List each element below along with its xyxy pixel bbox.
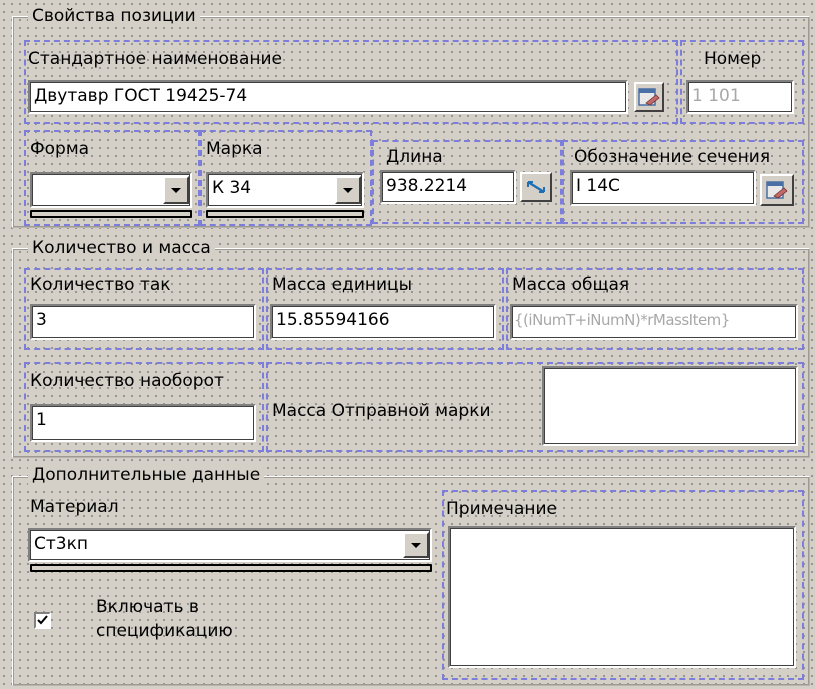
- std-name-field[interactable]: Двутавр ГОСТ 19425-74: [28, 80, 628, 114]
- chevron-down-icon: [171, 187, 181, 193]
- mark-underbar: [206, 210, 364, 218]
- qty-rev-field[interactable]: 1: [30, 404, 256, 442]
- material-dropdown-button[interactable]: [403, 532, 429, 558]
- note-label: Примечание: [446, 499, 557, 519]
- qty-label: Количество так: [30, 275, 171, 295]
- form-select[interactable]: [30, 172, 192, 208]
- section-catalog-button[interactable]: [760, 174, 794, 206]
- catalog-picker-icon: [766, 181, 788, 199]
- unit-mass-field[interactable]: 15.85594166: [270, 304, 496, 340]
- chevron-down-icon: [343, 187, 353, 193]
- extra-data-title: Дополнительные данные: [28, 465, 265, 485]
- material-select-value: Ст3кп: [34, 534, 88, 554]
- form-dropdown-button[interactable]: [163, 176, 189, 204]
- total-mass-field[interactable]: {(iNumT+iNumN)*rMassItem}: [510, 304, 798, 340]
- catalog-picker-icon: [638, 88, 660, 106]
- ship-mass-label: Масса Отправной марки: [272, 401, 491, 421]
- quantity-mass-title: Количество и масса: [28, 238, 215, 258]
- total-mass-label: Масса общая: [512, 275, 630, 295]
- unit-mass-label: Масса единицы: [272, 275, 413, 295]
- material-underbar: [30, 564, 432, 572]
- section-label: Обозначение сечения: [574, 147, 771, 167]
- number-label: Номер: [704, 49, 762, 69]
- chevron-down-icon: [411, 542, 421, 548]
- number-field[interactable]: 1 101: [686, 80, 794, 114]
- length-field[interactable]: 938.2214: [380, 170, 516, 204]
- position-properties-title: Свойства позиции: [28, 6, 200, 26]
- form-label: Форма: [30, 139, 90, 159]
- std-name-catalog-button[interactable]: [634, 82, 664, 112]
- material-select[interactable]: Ст3кп: [28, 528, 432, 562]
- note-textarea[interactable]: [448, 526, 796, 668]
- qty-field[interactable]: 3: [30, 304, 256, 340]
- measure-arrow-icon: [527, 180, 545, 194]
- material-label: Материал: [30, 497, 119, 517]
- length-label: Длина: [386, 147, 443, 167]
- mark-select[interactable]: К 34: [206, 172, 364, 208]
- std-name-label: Стандартное наименование: [28, 49, 282, 69]
- mark-label: Марка: [206, 139, 263, 159]
- check-icon: [37, 615, 48, 625]
- section-field[interactable]: I 14С: [570, 170, 756, 206]
- include-spec-label-line2: спецификацию: [96, 621, 233, 641]
- ship-mass-field[interactable]: [542, 366, 798, 446]
- mark-select-value: К 34: [212, 178, 252, 198]
- mark-dropdown-button[interactable]: [335, 176, 361, 204]
- length-measure-button[interactable]: [520, 172, 552, 202]
- include-spec-label-line1: Включать в: [96, 597, 199, 617]
- form-underbar: [30, 210, 192, 218]
- include-spec-checkbox[interactable]: [34, 612, 51, 629]
- qty-rev-label: Количество наоборот: [30, 371, 224, 391]
